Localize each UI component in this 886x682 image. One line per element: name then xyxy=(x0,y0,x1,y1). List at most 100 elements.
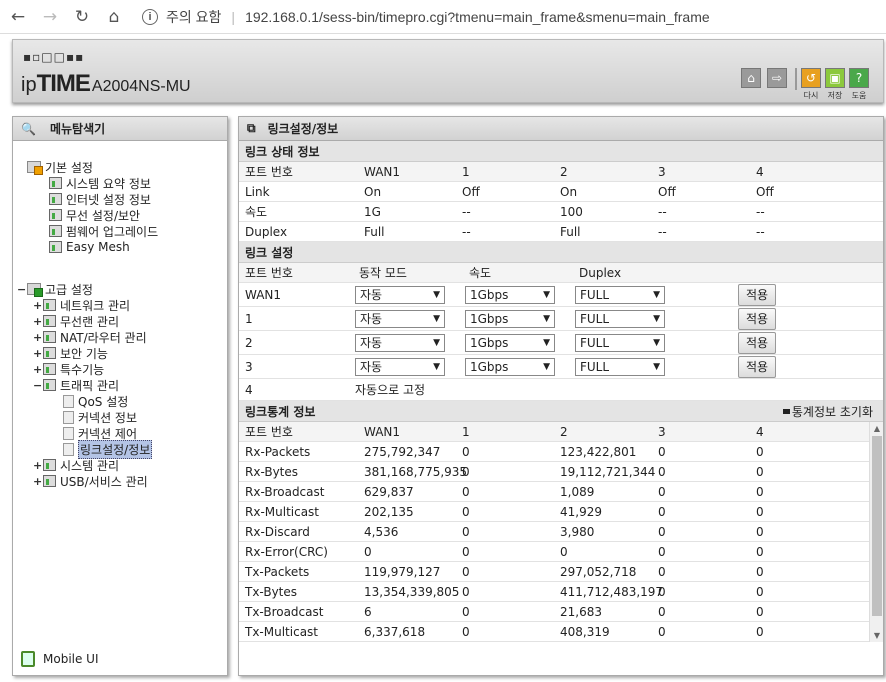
expand-icon[interactable]: + xyxy=(33,315,43,328)
reload-button[interactable]: ↻ xyxy=(68,3,96,31)
speed-select[interactable]: 1Gbps ▼ xyxy=(465,309,555,328)
table-cell: -- xyxy=(658,204,667,219)
column-header: 4 xyxy=(756,424,764,439)
table-cell: 0 xyxy=(658,524,666,539)
speed-select[interactable]: 1Gbps ▼ xyxy=(465,333,555,352)
tree-item-usb-service[interactable]: + USB/서비스 관리 xyxy=(33,473,148,489)
table-cell: 202,135 xyxy=(364,504,414,519)
tree-label: 펌웨어 업그레이드 xyxy=(66,224,159,239)
tree-item-security[interactable]: + 보안 기능 xyxy=(33,345,108,361)
expand-icon[interactable]: + xyxy=(33,331,43,344)
menu-explorer-header: 🔍 메뉴탐색기 xyxy=(13,117,227,141)
mode-select[interactable]: 자동 ▼ xyxy=(355,357,445,376)
stats-table-body: Rx-Packets 275,792,347 0 123,422,801 0 0 Rx-By… xyxy=(239,442,869,642)
table-cell: Link xyxy=(245,184,270,199)
speed-select[interactable]: 1Gbps ▼ xyxy=(465,285,555,304)
tree-item-link-settings[interactable]: 링크설정/정보 xyxy=(63,439,153,459)
expand-icon[interactable]: + xyxy=(33,347,43,360)
stats-row: Rx-Broadcast 629,837 0 1,089 0 0 xyxy=(239,482,869,502)
collapse-icon[interactable]: − xyxy=(33,379,43,392)
table-cell: Rx-Broadcast xyxy=(245,484,325,499)
expand-icon[interactable]: + xyxy=(33,475,43,488)
tree-item-firmware-upgrade[interactable]: 펌웨어 업그레이드 xyxy=(49,223,158,239)
tree-item-easy-mesh[interactable]: Easy Mesh xyxy=(49,239,130,255)
tree-item-wireless-security[interactable]: 무선 설정/보안 xyxy=(49,207,140,223)
scroll-up-icon[interactable]: ▲ xyxy=(870,424,883,433)
table-cell: Off xyxy=(462,184,480,199)
tree-item-nat-router[interactable]: + NAT/라우터 관리 xyxy=(33,329,147,345)
table-cell: 1G xyxy=(364,204,381,219)
logout-icon[interactable]: ⇨ xyxy=(767,68,787,88)
usb-icon xyxy=(43,475,56,487)
tree-item-special[interactable]: + 특수기능 xyxy=(33,361,104,377)
info-icon[interactable]: i xyxy=(142,8,158,25)
speed-select[interactable]: 1Gbps ▼ xyxy=(465,357,555,376)
status-row: Link On Off On Off Off xyxy=(239,182,883,202)
stats-scrollbar[interactable]: ▲ ▼ xyxy=(869,422,883,642)
stats-row: Tx-Multicast 6,337,618 0 408,319 0 0 xyxy=(239,622,869,642)
logo-dots-icon: ▪▫□□▪▪ xyxy=(23,50,85,64)
url-text[interactable]: 192.168.0.1/sess-bin/timepro.cgi?tmenu=m… xyxy=(245,9,710,25)
column-header: 포트 번호 xyxy=(245,266,293,280)
duplex-select[interactable]: FULL ▼ xyxy=(575,333,665,352)
tree-item-traffic[interactable]: − 트래픽 관리 xyxy=(33,377,119,393)
mode-select[interactable]: 자동 ▼ xyxy=(355,309,445,328)
browser-toolbar: ← → ↻ ⌂ i 주의 요함 | 192.168.0.1/sess-bin/t… xyxy=(0,0,886,34)
duplex-select[interactable]: FULL ▼ xyxy=(575,285,665,304)
help-button[interactable]: ? 도움 xyxy=(849,68,869,101)
stats-scroll-area: 포트 번호 WAN1 1 2 3 4 Rx-Packets 275,792,347… xyxy=(239,422,883,642)
save-button[interactable]: ▣ 저장 xyxy=(825,68,845,101)
apply-button[interactable]: 적용 xyxy=(738,331,776,354)
home-icon[interactable]: ⌂ xyxy=(741,68,761,88)
mode-select[interactable]: 자동 ▼ xyxy=(355,285,445,304)
duplex-select[interactable]: FULL ▼ xyxy=(575,357,665,376)
tree-item-network[interactable]: + 네트워크 관리 xyxy=(33,297,130,313)
address-bar[interactable]: i 주의 요함 | 192.168.0.1/sess-bin/timepro.c… xyxy=(142,3,710,31)
brand-time: TIME xyxy=(36,70,91,97)
table-cell: 21,683 xyxy=(560,604,602,619)
stats-row: Tx-Broadcast 6 0 21,683 0 0 xyxy=(239,602,869,622)
duplex-select[interactable]: FULL ▼ xyxy=(575,309,665,328)
tree-item-internet-info[interactable]: 인터넷 설정 정보 xyxy=(49,191,151,207)
config-row: 1 자동 ▼ 1Gbps ▼ FULL ▼ 적용 xyxy=(239,307,883,331)
home-button[interactable]: ⌂ xyxy=(100,3,128,31)
tree-label: 고급 설정 xyxy=(45,282,93,297)
collapse-icon[interactable]: − xyxy=(17,283,27,296)
table-cell: 4,536 xyxy=(364,524,399,539)
dropdown-arrow-icon: ▼ xyxy=(433,361,440,372)
scroll-thumb[interactable] xyxy=(872,436,882,616)
tree-item-wireless[interactable]: + 무선랜 관리 xyxy=(33,313,119,329)
tree-basic-settings[interactable]: 기본 설정 xyxy=(27,159,93,175)
back-button[interactable]: ← xyxy=(4,3,32,31)
apply-button[interactable]: 적용 xyxy=(738,355,776,378)
status-table-body: Link On Off On Off Off 속도 1G -- 100 -- -- Duplex Full… xyxy=(239,182,883,242)
table-cell: 0 xyxy=(756,524,764,539)
tree-advanced-settings[interactable]: − 고급 설정 xyxy=(17,281,93,297)
tree-item-system[interactable]: + 시스템 관리 xyxy=(33,457,119,473)
expand-icon[interactable]: + xyxy=(33,363,43,376)
column-header: Duplex xyxy=(579,265,622,280)
help-icon: ? xyxy=(849,68,869,88)
table-cell: Rx-Multicast xyxy=(245,504,320,519)
tree-item-connection-info[interactable]: 커넥션 정보 xyxy=(63,409,137,425)
expand-icon[interactable]: + xyxy=(33,299,43,312)
expand-icon[interactable]: + xyxy=(33,459,43,472)
forward-button[interactable]: → xyxy=(36,3,64,31)
duplex-value: FULL xyxy=(580,359,610,374)
table-cell: 0 xyxy=(462,544,470,559)
mobile-ui-link[interactable]: Mobile UI xyxy=(21,651,99,667)
speed-value: 1Gbps xyxy=(470,287,509,302)
apply-button[interactable]: 적용 xyxy=(738,283,776,306)
apply-button[interactable]: 적용 xyxy=(738,307,776,330)
content-header: ⧉ 링크설정/정보 xyxy=(239,117,883,141)
scroll-down-icon[interactable]: ▼ xyxy=(870,631,883,640)
dropdown-arrow-icon: ▼ xyxy=(653,313,660,324)
column-header: 4 xyxy=(756,164,764,179)
reset-stats-button[interactable]: 통계정보 초기화 xyxy=(782,403,873,420)
mode-select[interactable]: 자동 ▼ xyxy=(355,333,445,352)
search-icon: 🔍 xyxy=(21,121,36,136)
tree-item-system-summary[interactable]: 시스템 요약 정보 xyxy=(49,175,151,191)
refresh-button[interactable]: ↺ 다시 xyxy=(801,68,821,101)
table-cell: 381,168,775,935 xyxy=(364,464,468,479)
tree-item-qos[interactable]: QoS 설정 xyxy=(63,393,128,409)
